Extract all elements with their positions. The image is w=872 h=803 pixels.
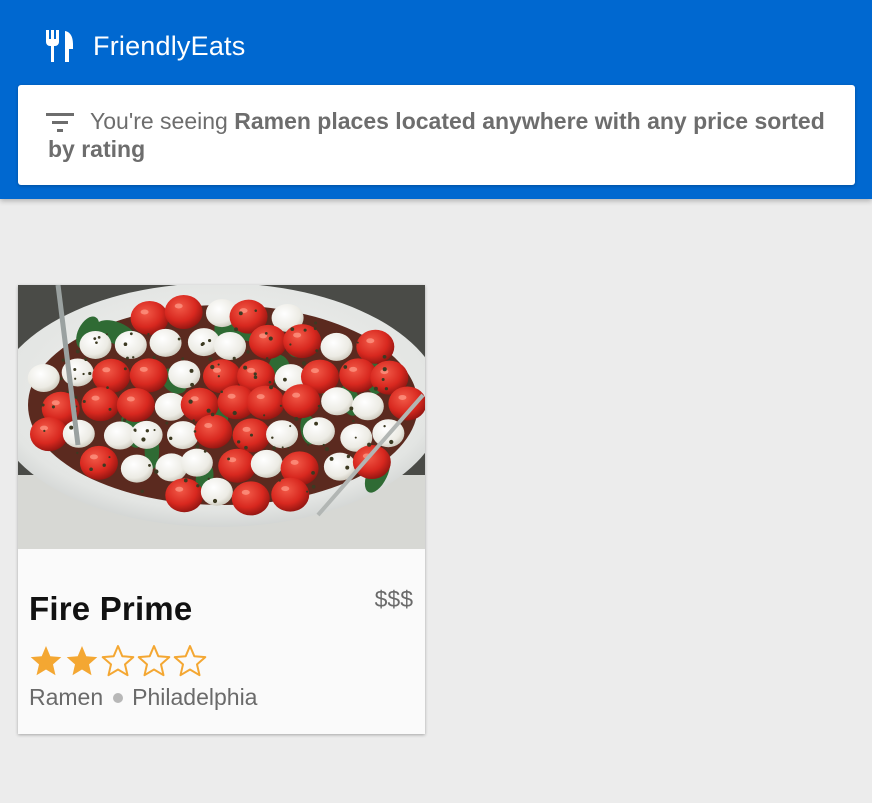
restaurant-meta: Ramen Philadelphia bbox=[29, 684, 257, 711]
app-header: FriendlyEats You're seeing Ramen places … bbox=[0, 0, 872, 199]
star-rating bbox=[29, 644, 209, 678]
separator-dot bbox=[113, 692, 124, 703]
brand[interactable]: FriendlyEats bbox=[44, 26, 245, 66]
app-title: FriendlyEats bbox=[93, 30, 246, 61]
restaurant-image bbox=[18, 285, 425, 549]
restaurant-card[interactable]: Fire Prime $$$ Ramen Philadelphia bbox=[18, 285, 425, 734]
filter-prefix: You're seeing bbox=[90, 108, 235, 134]
star-empty-icon bbox=[173, 645, 207, 677]
star-empty-icon bbox=[101, 645, 135, 677]
restaurant-name: Fire Prime bbox=[29, 590, 193, 627]
restaurant-price: $$$ bbox=[374, 586, 413, 612]
filter-bar[interactable]: You're seeing Ramen places located anywh… bbox=[18, 85, 855, 185]
filter-description: You're seeing Ramen places located anywh… bbox=[48, 107, 853, 163]
restaurant-category: Ramen bbox=[29, 684, 104, 710]
restaurant-city: Philadelphia bbox=[132, 684, 258, 710]
star-filled-icon bbox=[66, 646, 98, 676]
star-filled-icon bbox=[30, 646, 62, 676]
fork-knife-icon bbox=[46, 30, 73, 62]
star-empty-icon bbox=[137, 645, 171, 677]
